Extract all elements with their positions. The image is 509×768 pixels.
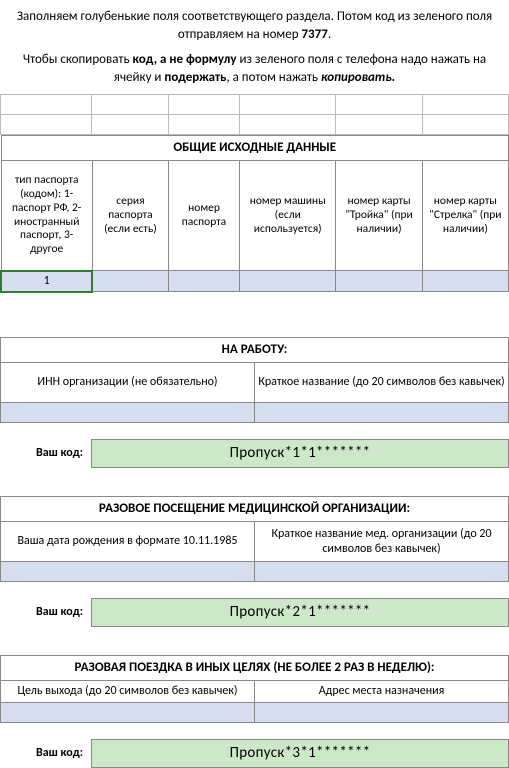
general-title: ОБЩИЕ ИСХОДНЫЕ ДАННЫЕ [1, 136, 509, 161]
header-troika: номер карты "Тройка" (при наличии) [336, 161, 422, 271]
header-passport-series: серия паспорта (если есть) [92, 161, 168, 271]
input-strelka[interactable] [422, 271, 508, 292]
other-code-row: Ваш код: Пропуск*3*1******* [0, 739, 509, 768]
intro-suffix: . [328, 27, 331, 42]
work-code-value[interactable]: Пропуск*1*1******* [92, 440, 509, 468]
work-input-name[interactable] [255, 403, 509, 423]
work-code-row: Ваш код: Пропуск*1*1******* [0, 439, 509, 468]
other-header-purpose: Цель выхода (до 20 символов без кавычек) [1, 681, 255, 703]
input-car-number[interactable] [240, 271, 336, 292]
med-code-row: Ваш код: Пропуск*2*1******* [0, 598, 509, 627]
work-header-inn: ИНН организации (не обязательно) [1, 363, 255, 403]
other-input-purpose[interactable] [1, 703, 255, 723]
other-code-label: Ваш код: [0, 740, 92, 768]
med-table: РАЗОВОЕ ПОСЕЩЕНИЕ МЕДИЦИНСКОЙ ОРГАНИЗАЦИ… [0, 496, 509, 582]
med-header-dob: Ваша дата рождения в формате 10.11.1985 [1, 522, 255, 562]
med-header-org: Краткое название мед. организации (до 20… [255, 522, 509, 562]
work-table: НА РАБОТУ: ИНН организации (не обязатель… [0, 337, 509, 423]
other-input-address[interactable] [255, 703, 509, 723]
header-strelka: номер карты "Стрелка" (при наличии) [422, 161, 508, 271]
other-table: РАЗОВАЯ ПОЕЗДКА В ИНЫХ ЦЕЛЯХ (НЕ БОЛЕЕ 2… [0, 655, 509, 723]
other-title: РАЗОВАЯ ПОЕЗДКА В ИНЫХ ЦЕЛЯХ (НЕ БОЛЕЕ 2… [1, 655, 509, 680]
empty-grid-top [0, 94, 509, 135]
input-passport-type[interactable]: 1 [1, 271, 92, 292]
input-passport-number[interactable] [168, 271, 239, 292]
med-input-org[interactable] [255, 562, 509, 582]
work-title: НА РАБОТУ: [1, 337, 509, 362]
other-code-value[interactable]: Пропуск*3*1******* [92, 740, 509, 768]
med-input-dob[interactable] [1, 562, 255, 582]
intro-text-1: Заполняем голубенькие поля соответствующ… [0, 0, 509, 47]
input-troika[interactable] [336, 271, 422, 292]
work-header-name: Краткое название (до 20 символов без кав… [255, 363, 509, 403]
spreadsheet-form: Заполняем голубенькие поля соответствующ… [0, 0, 509, 768]
med-title: РАЗОВОЕ ПОСЕЩЕНИЕ МЕДИЦИНСКОЙ ОРГАНИЗАЦИ… [1, 496, 509, 521]
work-code-label: Ваш код: [0, 440, 92, 468]
header-passport-number: номер паспорта [168, 161, 239, 271]
med-code-label: Ваш код: [0, 599, 92, 627]
intro-number: 7377 [301, 27, 327, 42]
general-data-table: ОБЩИЕ ИСХОДНЫЕ ДАННЫЕ тип паспорта (кодо… [0, 135, 509, 293]
med-code-value[interactable]: Пропуск*2*1******* [92, 599, 509, 627]
intro-text-2: Чтобы скопировать код, а не формулу из з… [0, 47, 509, 94]
work-input-inn[interactable] [1, 403, 255, 423]
header-passport-type: тип паспорта (кодом): 1-паспорт РФ, 2-ин… [1, 161, 92, 271]
input-passport-series[interactable] [92, 271, 168, 292]
other-header-address: Адрес места назначения [255, 681, 509, 703]
header-car-number: номер машины (если используется) [240, 161, 336, 271]
intro-prefix: Заполняем голубенькие поля соответствующ… [17, 9, 492, 42]
